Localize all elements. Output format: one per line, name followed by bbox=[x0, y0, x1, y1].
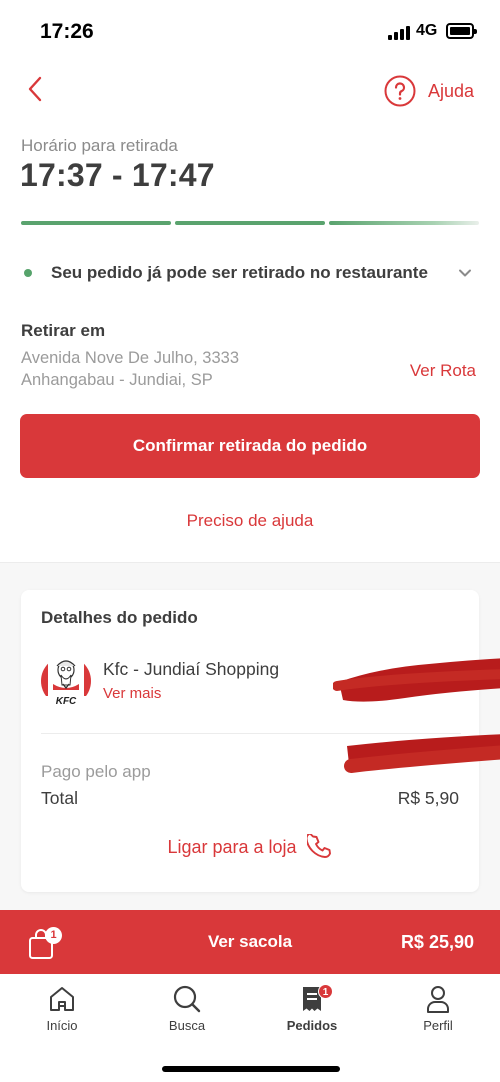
tab-profile-label: Perfil bbox=[423, 1018, 453, 1033]
battery-icon bbox=[446, 23, 477, 39]
total-value: R$ 5,90 bbox=[397, 788, 459, 808]
home-icon bbox=[50, 987, 74, 1011]
signal-icon bbox=[388, 26, 410, 40]
search-icon bbox=[173, 985, 201, 1013]
paid-by-app-label: Pago pelo app bbox=[41, 762, 151, 781]
confirm-pickup-button[interactable]: Confirmar retirada do pedido bbox=[20, 414, 480, 478]
status-bar: 17:26 4G bbox=[0, 0, 500, 62]
total-label: Total bbox=[41, 788, 78, 808]
call-store-label: Ligar para a loja bbox=[167, 836, 297, 857]
progress-segment bbox=[21, 221, 171, 225]
see-route-link[interactable]: Ver Rota bbox=[410, 361, 476, 381]
redaction-mark bbox=[333, 658, 500, 702]
tab-search[interactable]: Busca bbox=[137, 984, 237, 1033]
tab-profile[interactable]: Perfil bbox=[388, 984, 488, 1033]
bag-total: R$ 25,90 bbox=[400, 932, 474, 952]
order-status-text: Seu pedido já pode ser retirado no resta… bbox=[51, 263, 428, 282]
call-store-button[interactable]: Ligar para a loja bbox=[21, 834, 479, 860]
store-name: Kfc - Jundiaí Shopping bbox=[103, 659, 280, 679]
progress-segment bbox=[329, 221, 479, 225]
need-help-link[interactable]: Preciso de ajuda bbox=[0, 511, 500, 531]
view-bag-bar[interactable]: 1 Ver sacola R$ 25,90 bbox=[0, 910, 500, 974]
home-indicator bbox=[162, 1066, 340, 1072]
tab-home[interactable]: Início bbox=[12, 984, 112, 1033]
address-line-2: Anhangabau - Jundiai, SP bbox=[21, 371, 213, 389]
retrieve-title: Retirar em bbox=[21, 321, 106, 340]
tab-home-label: Início bbox=[46, 1018, 78, 1033]
redaction-mark bbox=[344, 734, 500, 773]
see-more-link[interactable]: Ver mais bbox=[103, 685, 161, 702]
tab-orders[interactable]: 1 Pedidos bbox=[262, 984, 362, 1033]
status-time: 17:26 bbox=[40, 20, 94, 43]
details-title: Detalhes do pedido bbox=[41, 608, 198, 627]
pickup-time-label: Horário para retirada bbox=[21, 136, 178, 155]
kfc-logo-icon: KFC bbox=[41, 656, 91, 706]
help-circle-icon bbox=[384, 75, 416, 107]
tab-orders-label: Pedidos bbox=[286, 1018, 338, 1033]
back-chevron-icon[interactable] bbox=[22, 74, 50, 104]
order-details-card: Detalhes do pedido KFC Kfc - Jundiaí Sho… bbox=[21, 590, 500, 892]
svg-text:KFC: KFC bbox=[56, 696, 77, 706]
order-progress-bar bbox=[21, 221, 479, 225]
progress-segment bbox=[175, 221, 325, 225]
chevron-down-icon bbox=[459, 269, 471, 277]
orders-badge: 1 bbox=[318, 984, 333, 999]
address-line-1: Avenida Nove De Julho, 3333 bbox=[21, 349, 240, 367]
tab-search-label: Busca bbox=[168, 1018, 206, 1033]
bottom-tab-bar: Início Busca 1 Pedidos Perfil bbox=[0, 974, 500, 1082]
phone-icon bbox=[306, 834, 331, 858]
order-status-row[interactable]: Seu pedido já pode ser retirado no resta… bbox=[20, 258, 480, 288]
network-type: 4G bbox=[416, 22, 438, 39]
help-link[interactable]: Ajuda bbox=[384, 74, 474, 108]
help-label: Ajuda bbox=[427, 80, 474, 101]
status-dot-icon bbox=[24, 269, 32, 277]
profile-icon bbox=[427, 986, 449, 1013]
pickup-time-range: 17:37 - 17:47 bbox=[20, 157, 215, 193]
